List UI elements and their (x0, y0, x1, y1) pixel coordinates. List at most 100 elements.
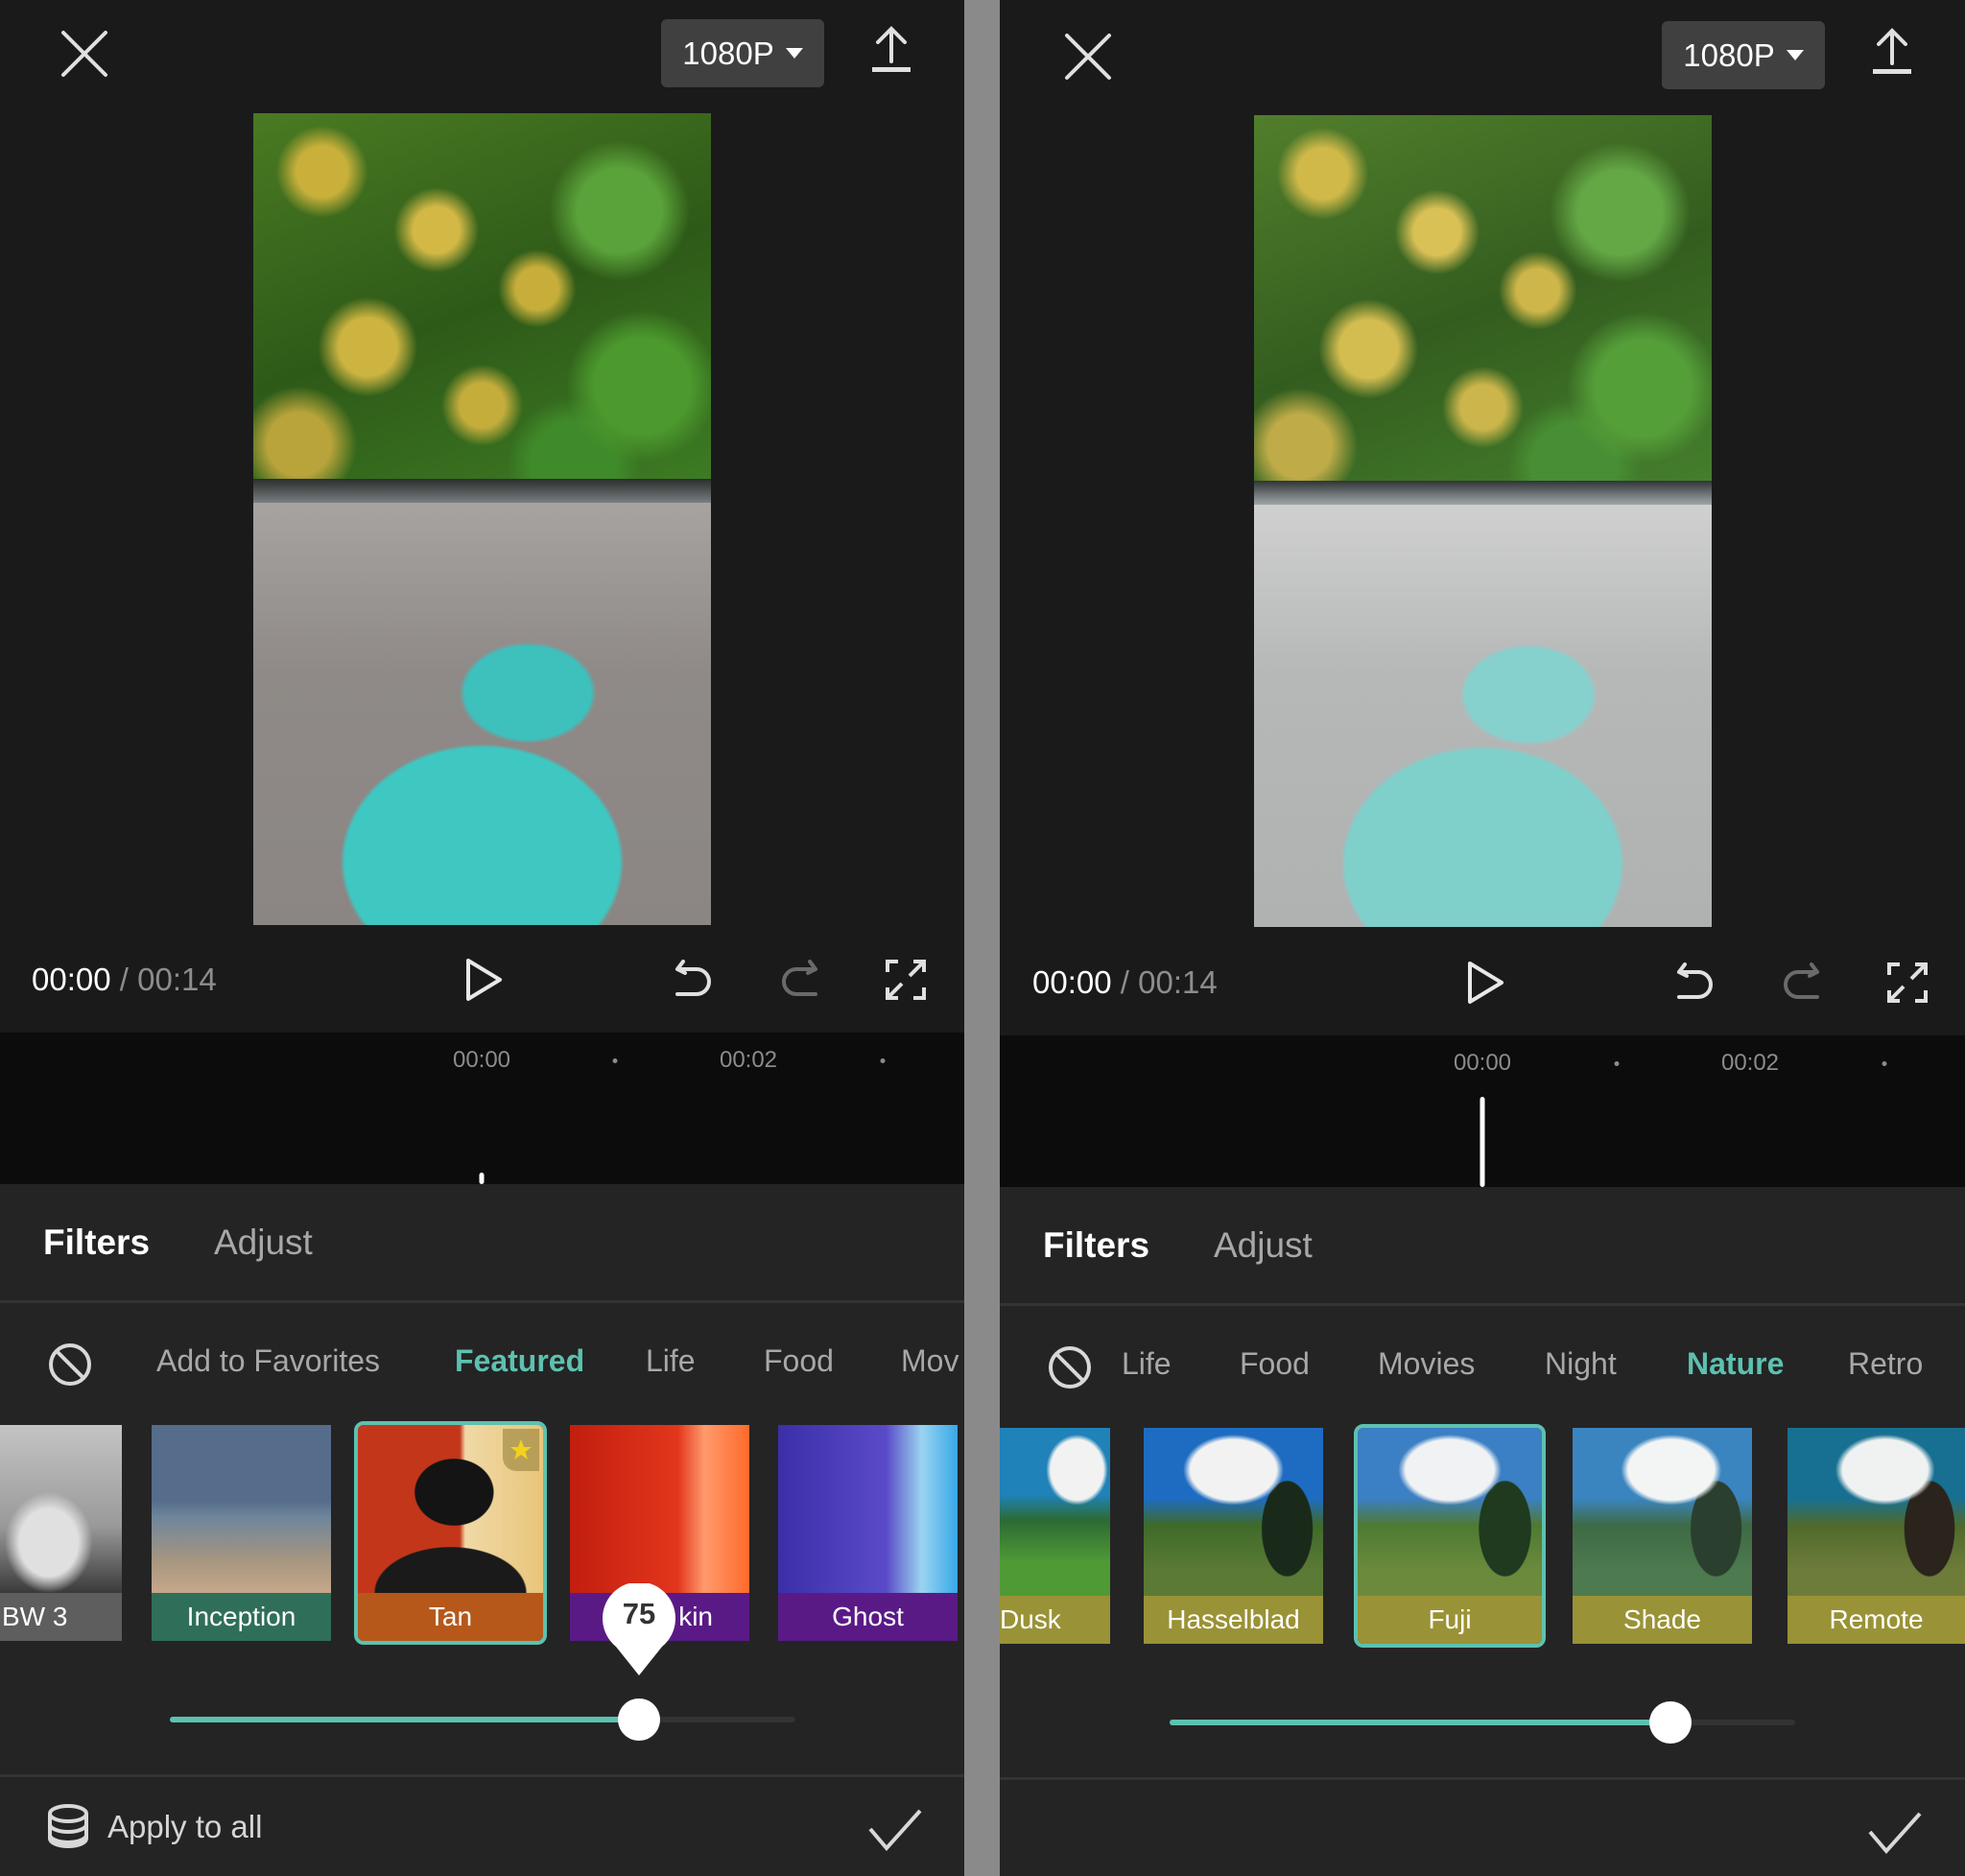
filter-label: Remote (1787, 1596, 1965, 1644)
play-icon (466, 959, 502, 1001)
play-button[interactable] (464, 958, 503, 1007)
tab-filters[interactable]: Filters (43, 1223, 150, 1263)
apply-to-all-label: Apply to all (107, 1809, 263, 1844)
filter-card-remote[interactable]: Remote (1787, 1428, 1965, 1644)
category-add-to-favorites[interactable]: Add to Favorites (156, 1343, 380, 1379)
undo-icon (1677, 962, 1713, 999)
resolution-dropdown[interactable]: 1080P (1662, 21, 1825, 89)
no-filter-button[interactable] (1047, 1344, 1093, 1390)
apply-to-all-button[interactable]: Apply to all (46, 1803, 262, 1851)
intensity-slider[interactable] (170, 1698, 795, 1741)
preview-reef-region (1254, 505, 1712, 927)
timeline[interactable]: 00:00 00:02 (0, 1033, 964, 1184)
category-food[interactable]: Food (764, 1343, 834, 1379)
confirm-button[interactable] (867, 1808, 923, 1852)
playhead[interactable] (479, 1173, 485, 1184)
playback-time: 00:00 / 00:14 (1032, 964, 1218, 1001)
timeline-tick-label: 00:00 (1453, 1050, 1512, 1076)
category-movies[interactable]: Movies (1378, 1346, 1475, 1382)
export-button[interactable] (868, 25, 914, 75)
tab-adjust[interactable]: Adjust (1214, 1225, 1313, 1266)
fullscreen-button[interactable] (1886, 962, 1929, 1009)
time-separator: / (1120, 964, 1129, 1000)
filter-label: Dusk (1000, 1596, 1110, 1644)
resolution-value: 1080P (682, 35, 774, 71)
timeline-tick-dot (1614, 1061, 1620, 1066)
editor-panel-right: 1080P 00:00 / 00:14 00:00 00:02 Filters … (1000, 0, 1965, 1876)
category-retro[interactable]: Retro (1848, 1346, 1923, 1382)
redo-icon (1784, 962, 1819, 999)
filter-thumbnail (152, 1425, 331, 1593)
favorite-badge (503, 1429, 539, 1471)
category-life[interactable]: Life (1122, 1346, 1172, 1382)
preview-jungle-region (253, 113, 711, 504)
category-food[interactable]: Food (1240, 1346, 1310, 1382)
footer-divider (0, 1774, 964, 1777)
no-filter-button[interactable] (47, 1342, 93, 1388)
panel-separator (964, 0, 1000, 1876)
filter-card-bw3[interactable]: BW 3 (0, 1425, 122, 1641)
undo-button[interactable] (672, 958, 714, 1005)
layers-icon (48, 1804, 88, 1848)
fullscreen-icon (1887, 962, 1928, 1003)
no-filter-icon (1049, 1346, 1091, 1389)
footer-divider (1000, 1777, 1965, 1780)
tab-filters[interactable]: Filters (1043, 1225, 1149, 1266)
category-nature[interactable]: Nature (1687, 1346, 1784, 1382)
star-icon (510, 1439, 532, 1460)
editor-panel-left: 1080P 00:00 / 00:14 00:00 00:02 Filters … (0, 0, 964, 1876)
redo-button[interactable] (779, 958, 821, 1005)
video-preview[interactable] (253, 113, 711, 925)
filter-card-dusk[interactable]: Dusk (1000, 1428, 1110, 1644)
playback-time: 00:00 / 00:14 (32, 962, 217, 998)
export-button[interactable] (1869, 27, 1915, 77)
redo-icon (782, 960, 817, 996)
category-life[interactable]: Life (646, 1343, 696, 1379)
intensity-tooltip-value: 75 (622, 1597, 656, 1630)
video-preview[interactable] (1254, 115, 1712, 927)
preview-jungle-region (1254, 115, 1712, 506)
tab-adjust[interactable]: Adjust (214, 1223, 313, 1263)
slider-fill (170, 1717, 639, 1722)
time-separator: / (119, 962, 129, 997)
filter-label: Shade (1573, 1596, 1752, 1644)
category-featured[interactable]: Featured (455, 1343, 584, 1379)
undo-button[interactable] (1673, 961, 1716, 1008)
redo-button[interactable] (1781, 961, 1823, 1008)
filter-card-tan[interactable]: Tan (354, 1421, 547, 1645)
resolution-value: 1080P (1683, 36, 1775, 73)
category-movies[interactable]: Mov (901, 1343, 959, 1379)
total-time: 00:14 (137, 962, 217, 997)
slider-thumb[interactable] (1648, 1701, 1692, 1744)
filter-label: Fuji (1358, 1596, 1542, 1644)
play-button[interactable] (1466, 961, 1504, 1009)
undo-icon (675, 960, 711, 996)
filter-card-ghost[interactable]: Ghost (778, 1425, 958, 1641)
category-night[interactable]: Night (1545, 1346, 1617, 1382)
close-icon (61, 31, 107, 77)
filter-card-inception[interactable]: Inception (152, 1425, 331, 1641)
close-button[interactable] (59, 29, 109, 79)
resolution-dropdown[interactable]: 1080P (661, 19, 824, 87)
confirm-button[interactable] (1867, 1811, 1923, 1855)
filter-categories: Life Food Movies Night Nature Retro (1000, 1337, 1965, 1394)
filter-card-hasselblad[interactable]: Hasselblad (1144, 1428, 1323, 1644)
filter-card-fuji[interactable]: Fuji (1354, 1424, 1546, 1648)
fullscreen-icon (886, 960, 926, 1000)
timeline-tick-dot (612, 1058, 618, 1063)
filter-card-shade[interactable]: Shade (1573, 1428, 1752, 1644)
slider-thumb[interactable] (618, 1698, 660, 1741)
check-icon (1868, 1812, 1922, 1855)
fullscreen-button[interactable] (885, 959, 927, 1006)
playhead[interactable] (1480, 1097, 1485, 1187)
filter-thumbnail (1358, 1428, 1542, 1596)
timeline-tick-label: 00:02 (1720, 1050, 1780, 1076)
close-button[interactable] (1063, 32, 1113, 82)
tabs-divider (0, 1300, 964, 1303)
current-time: 00:00 (1032, 964, 1112, 1000)
timeline[interactable]: 00:00 00:02 (1000, 1035, 1965, 1187)
intensity-slider[interactable] (1170, 1701, 1795, 1744)
slider-fill (1170, 1720, 1670, 1725)
filter-thumbnail (778, 1425, 958, 1593)
check-icon (868, 1809, 922, 1852)
